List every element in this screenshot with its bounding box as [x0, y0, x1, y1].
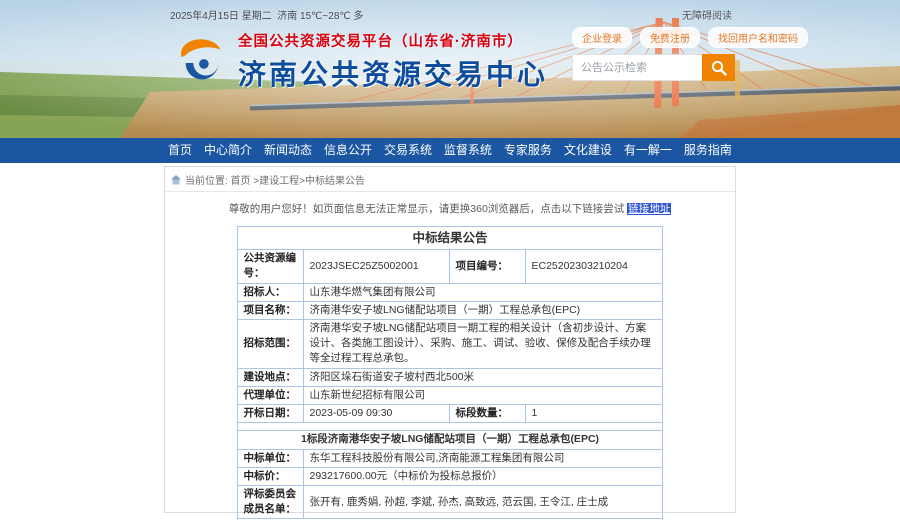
search-input[interactable]	[572, 54, 702, 81]
price-label: 中标价：	[238, 467, 304, 485]
accessibility-link[interactable]: 无障碍阅读	[682, 7, 732, 22]
agency-value: 山东新世纪招标有限公司	[304, 386, 662, 404]
main-nav: 首页 中心简介 新闻动态 信息公开 交易系统 监督系统 专家服务 文化建设 有一…	[0, 138, 900, 163]
nav-item-disclosure[interactable]: 信息公开	[320, 138, 376, 163]
nav-item-experts[interactable]: 专家服务	[500, 138, 556, 163]
open-date-label: 开标日期：	[238, 405, 304, 423]
tenderee-label: 招标人：	[238, 283, 304, 301]
table-row: 中标单位： 东华工程科技股份有限公司,济南能源工程集团有限公司	[238, 449, 662, 467]
browser-notice: 尊敬的用户您好！如页面信息无法正常显示，请更换360浏览器后，点击以下链接尝试 …	[165, 201, 735, 216]
nav-item-qa[interactable]: 有一解一	[620, 138, 676, 163]
nav-item-news[interactable]: 新闻动态	[260, 138, 316, 163]
search-button[interactable]	[702, 54, 735, 81]
nav-item-culture[interactable]: 文化建设	[560, 138, 616, 163]
breadcrumb-text[interactable]: 当前位置: 首页 >建设工程>中标结果公告	[185, 172, 365, 187]
spacer-row	[238, 423, 662, 431]
date-weather-text: 2025年4月15日 星期二 济南 15℃~28℃ 多	[170, 7, 363, 22]
agency-label: 代理单位：	[238, 386, 304, 404]
top-info-bar: 2025年4月15日 星期二 济南 15℃~28℃ 多 无障碍阅读	[0, 7, 900, 23]
account-buttons: 企业登录 免费注册 找回用户名和密码	[572, 27, 808, 48]
table-row: 招标人： 山东港华燃气集团有限公司	[238, 283, 662, 301]
site-logo: 全国公共资源交易平台（山东省·济南市） 济南公共资源交易中心	[172, 30, 548, 93]
committee-value: 张开有, 鹿秀娟, 孙超, 李斌, 孙杰, 高致远, 范云国, 王令江, 庄士成	[304, 485, 662, 518]
recover-password-button[interactable]: 找回用户名和密码	[708, 27, 808, 48]
date-text: 2025年4月15日 星期二	[170, 11, 272, 22]
register-button[interactable]: 免费注册	[640, 27, 700, 48]
section-count-label: 标段数量：	[450, 405, 526, 423]
scope-label: 招标范围：	[238, 320, 304, 369]
table-row: 建设地点： 济阳区垛石街道安子坡村西北500米	[238, 368, 662, 386]
resource-no-label: 公共资源编号：	[238, 250, 304, 283]
project-no-label: 项目编号：	[450, 250, 526, 283]
nav-item-about[interactable]: 中心简介	[200, 138, 256, 163]
table-row: 开标日期： 2023-05-09 09:30 标段数量： 1	[238, 405, 662, 423]
award-announcement-table: 中标结果公告 公共资源编号： 2023JSEC25Z5002001 项目编号： …	[237, 226, 662, 520]
search-bar	[572, 54, 735, 81]
nav-item-supervision[interactable]: 监督系统	[440, 138, 496, 163]
open-date-value: 2023-05-09 09:30	[304, 405, 450, 423]
winner-value: 东华工程科技股份有限公司,济南能源工程集团有限公司	[304, 449, 662, 467]
logo-text: 全国公共资源交易平台（山东省·济南市） 济南公共资源交易中心	[238, 30, 548, 93]
home-icon	[171, 175, 181, 185]
section-count-value: 1	[526, 405, 662, 423]
section-header: 1标段济南港华安子坡LNG储配站项目（一期）工程总承包(EPC)	[238, 431, 662, 449]
table-row: 项目名称： 济南港华安子坡LNG储配站项目（一期）工程总承包(EPC)	[238, 301, 662, 319]
header-banner: 2025年4月15日 星期二 济南 15℃~28℃ 多 无障碍阅读 全国公共资源…	[0, 0, 900, 138]
table-row: 评标委员会成员名单： 张开有, 鹿秀娟, 孙超, 李斌, 孙杰, 高致远, 范云…	[238, 485, 662, 518]
logo-icon	[172, 34, 230, 90]
notice-link[interactable]: 链接地址	[627, 203, 671, 215]
breadcrumb: 当前位置: 首页 >建设工程>中标结果公告	[165, 167, 735, 192]
platform-title: 全国公共资源交易平台（山东省·济南市）	[238, 30, 548, 51]
tenderee-value: 山东港华燃气集团有限公司	[304, 283, 662, 301]
project-name-value: 济南港华安子坡LNG储配站项目（一期）工程总承包(EPC)	[304, 301, 662, 319]
weather-text: 济南 15℃~28℃ 多	[277, 11, 363, 22]
announcement-title: 中标结果公告	[238, 227, 662, 250]
section-header-row: 1标段济南港华安子坡LNG储配站项目（一期）工程总承包(EPC)	[238, 431, 662, 449]
nav-item-home[interactable]: 首页	[164, 138, 196, 163]
nav-item-guide[interactable]: 服务指南	[680, 138, 736, 163]
table-title-row: 中标结果公告	[238, 227, 662, 250]
table-row: 中标价： 293217600.00元（中标价为投标总报价）	[238, 467, 662, 485]
resource-no-value: 2023JSEC25Z5002001	[304, 250, 450, 283]
table-row: 招标范围： 济南港华安子坡LNG储配站项目一期工程的相关设计（含初步设计、方案设…	[238, 320, 662, 369]
content-panel: 当前位置: 首页 >建设工程>中标结果公告 尊敬的用户您好！如页面信息无法正常显…	[164, 166, 736, 513]
committee-label: 评标委员会成员名单：	[238, 485, 304, 518]
winner-label: 中标单位：	[238, 449, 304, 467]
price-value: 293217600.00元（中标价为投标总报价）	[304, 467, 662, 485]
notice-text: 尊敬的用户您好！如页面信息无法正常显示，请更换360浏览器后，点击以下链接尝试	[229, 203, 627, 215]
location-label: 建设地点：	[238, 368, 304, 386]
search-icon	[711, 60, 727, 76]
scope-value: 济南港华安子坡LNG储配站项目一期工程的相关设计（含初步设计、方案设计、各类施工…	[304, 320, 662, 369]
site-title: 济南公共资源交易中心	[238, 53, 548, 93]
location-value: 济阳区垛石街道安子坡村西北500米	[304, 368, 662, 386]
table-row: 公共资源编号： 2023JSEC25Z5002001 项目编号： EC25202…	[238, 250, 662, 283]
login-button[interactable]: 企业登录	[572, 27, 632, 48]
project-no-value: EC25202303210204	[526, 250, 662, 283]
table-row: 代理单位： 山东新世纪招标有限公司	[238, 386, 662, 404]
nav-item-trading[interactable]: 交易系统	[380, 138, 436, 163]
project-name-label: 项目名称：	[238, 301, 304, 319]
